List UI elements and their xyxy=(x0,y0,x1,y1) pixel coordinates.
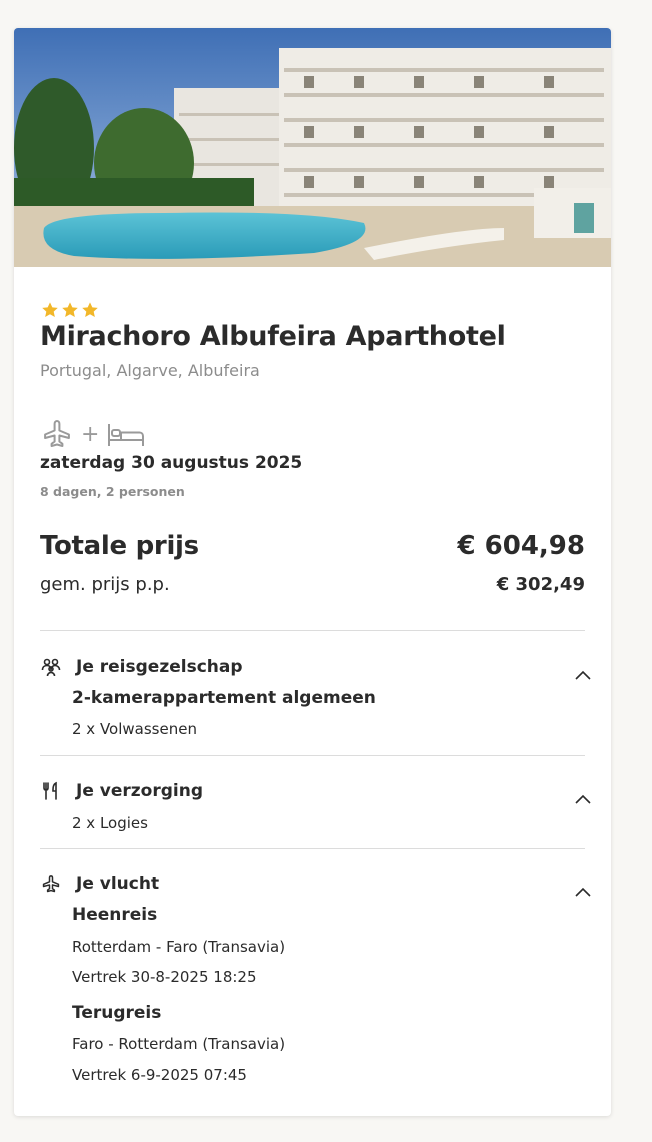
airplane-icon xyxy=(40,873,62,895)
divider xyxy=(40,630,585,631)
per-person-price-value: € 302,49 xyxy=(496,574,585,595)
total-price-label: Totale prijs xyxy=(40,531,199,561)
room-type: 2-kamerappartement algemeen xyxy=(72,688,376,708)
per-person-price-row: gem. prijs p.p. € 302,49 xyxy=(40,574,585,595)
return-title: Terugreis xyxy=(72,1003,162,1023)
chevron-up-icon[interactable] xyxy=(573,665,593,685)
per-person-price-label: gem. prijs p.p. xyxy=(40,574,170,595)
outbound-departure: Vertrek 30-8-2025 18:25 xyxy=(72,968,257,986)
departure-date: zaterdag 30 augustus 2025 xyxy=(40,453,303,473)
return-departure: Vertrek 6-9-2025 07:45 xyxy=(72,1066,247,1084)
travel-party-header[interactable]: Je reisgezelschap xyxy=(40,649,593,685)
outbound-route: Rotterdam - Faro (Transavia) xyxy=(72,938,286,956)
total-price-row: Totale prijs € 604,98 xyxy=(40,531,585,561)
people-icon xyxy=(40,656,62,678)
airplane-icon xyxy=(44,420,70,447)
divider xyxy=(40,848,585,849)
board-header[interactable]: Je verzorging xyxy=(40,773,593,809)
hotel-photo xyxy=(14,28,611,267)
hotel-name: Mirachoro Albufeira Aparthotel xyxy=(40,321,506,352)
bed-icon xyxy=(108,424,145,446)
board-type: 2 x Logies xyxy=(72,814,148,832)
transport-type: + xyxy=(41,418,145,450)
outbound-title: Heenreis xyxy=(72,905,158,925)
cutlery-icon xyxy=(40,780,62,802)
star-icon xyxy=(82,302,98,318)
flight-header[interactable]: Je vlucht xyxy=(40,866,593,902)
flight-title: Je vlucht xyxy=(76,874,160,894)
plus-sign: + xyxy=(81,421,100,447)
chevron-up-icon[interactable] xyxy=(573,882,593,902)
chevron-up-icon[interactable] xyxy=(573,789,593,809)
guest-count: 2 x Volwassenen xyxy=(72,720,197,738)
trip-duration: 8 dagen, 2 personen xyxy=(40,484,185,499)
hotel-location: Portugal, Algarve, Albufeira xyxy=(40,361,260,380)
star-rating xyxy=(41,301,99,319)
return-route: Faro - Rotterdam (Transavia) xyxy=(72,1035,286,1053)
hotel-summary-card: Mirachoro Albufeira Aparthotel Portugal,… xyxy=(14,28,611,1116)
star-icon xyxy=(62,302,78,318)
travel-party-title: Je reisgezelschap xyxy=(76,657,243,677)
board-title: Je verzorging xyxy=(76,781,203,801)
divider xyxy=(40,755,585,756)
star-icon xyxy=(42,302,58,318)
total-price-value: € 604,98 xyxy=(457,531,585,561)
